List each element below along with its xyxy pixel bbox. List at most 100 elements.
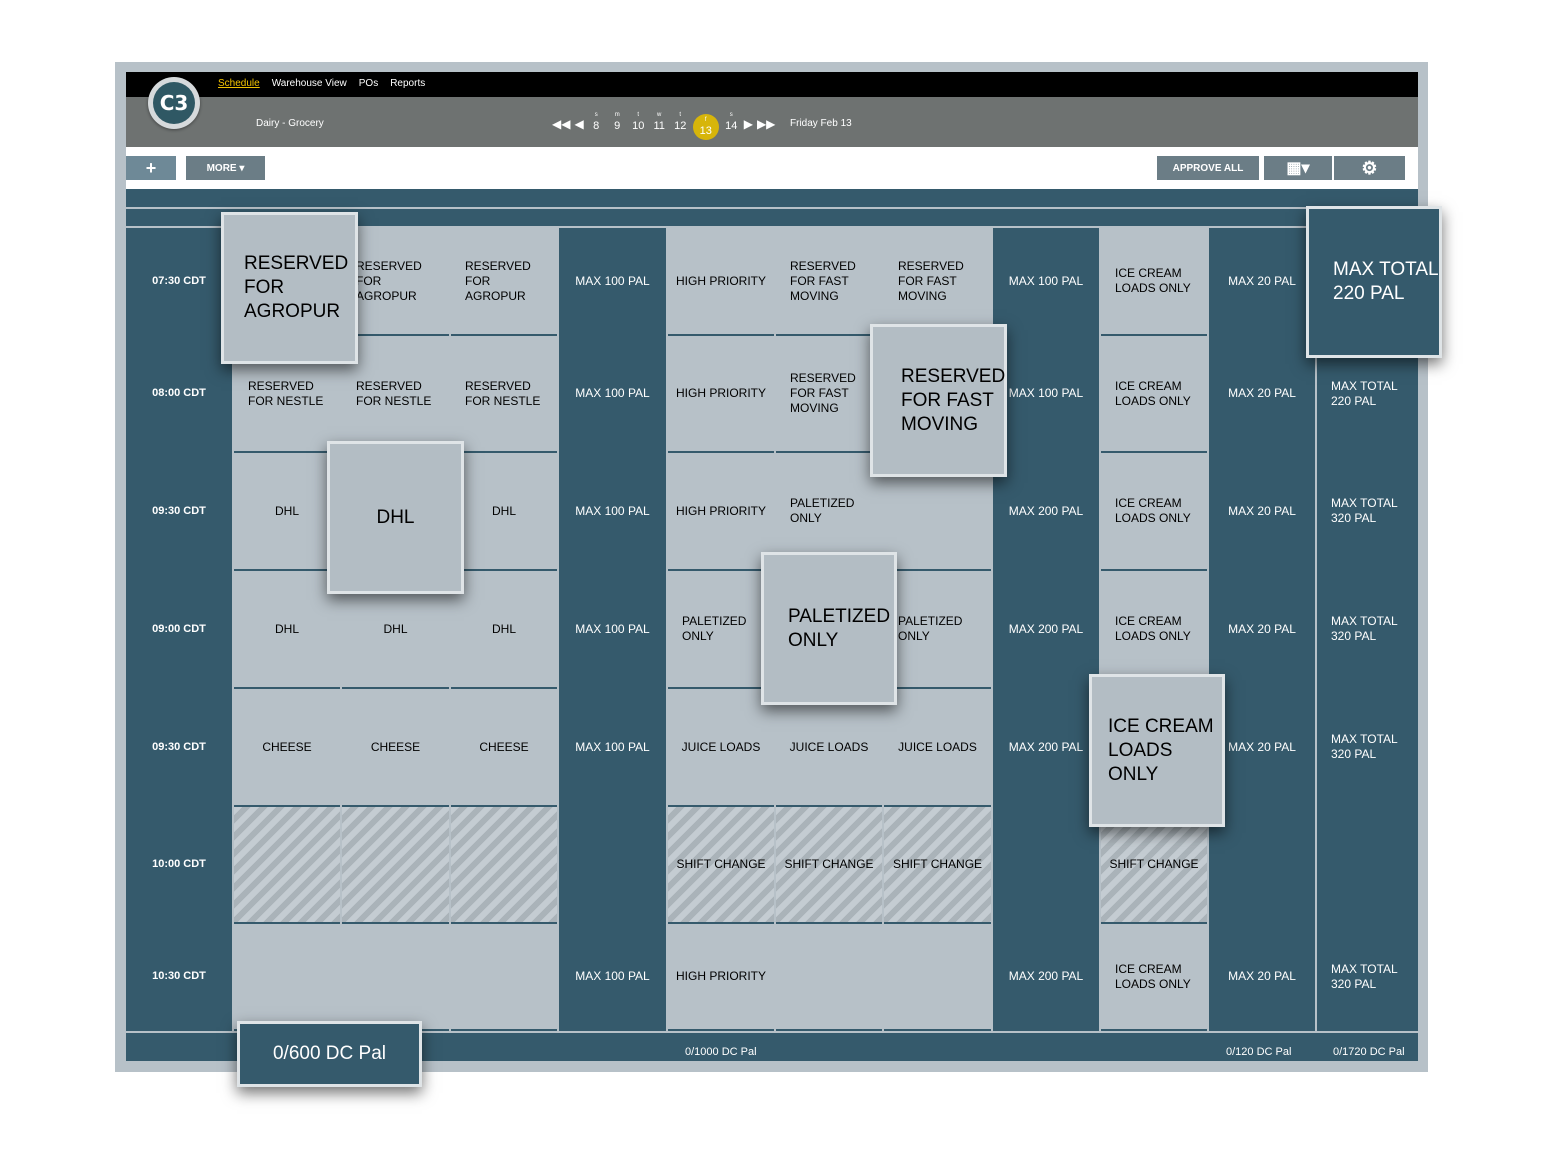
schedule-slot[interactable]: [776, 924, 882, 1029]
schedule-slot[interactable]: DHL: [451, 453, 557, 569]
add-button[interactable]: +: [126, 156, 176, 180]
day-thu[interactable]: t 12: [672, 112, 689, 138]
popout-ice-cream[interactable]: ICE CREAM LOADS ONLY: [1089, 674, 1225, 827]
next-day-icon[interactable]: ▶: [744, 118, 753, 138]
schedule-slot[interactable]: MAX TOTAL 320 PAL: [1317, 689, 1416, 805]
schedule-slot[interactable]: MAX 20 PAL: [1209, 924, 1315, 1029]
schedule-slot[interactable]: SHIFT CHANGE: [776, 807, 882, 922]
schedule-slot[interactable]: HIGH PRIORITY: [668, 336, 774, 451]
schedule-slot[interactable]: [234, 807, 340, 922]
schedule-slot[interactable]: PALETIZED ONLY: [668, 571, 774, 687]
schedule-slot[interactable]: RESERVED FOR FAST MOVING: [776, 336, 882, 451]
schedule-slot[interactable]: MAX 20 PAL: [1209, 453, 1315, 569]
schedule-slot[interactable]: [342, 924, 449, 1029]
schedule-slot[interactable]: ICE CREAM LOADS ONLY: [1101, 336, 1207, 451]
popout-reserved-agropur[interactable]: RESERVED FOR AGROPUR: [221, 212, 358, 364]
time-slot-label: 07:30 CDT: [152, 274, 206, 287]
day-number: 8: [593, 120, 600, 132]
schedule-slot[interactable]: [234, 924, 340, 1029]
schedule-slot[interactable]: HIGH PRIORITY: [668, 924, 774, 1029]
last-week-icon[interactable]: ▶▶: [757, 118, 775, 138]
popout-reserved-fast-moving[interactable]: RESERVED FOR FAST MOVING: [870, 324, 1007, 477]
popout-dc-pal[interactable]: 0/600 DC Pal: [237, 1021, 422, 1087]
schedule-slot[interactable]: [342, 807, 449, 922]
schedule-slot[interactable]: RESERVED FOR AGROPUR: [451, 228, 557, 334]
nav-pos[interactable]: POs: [359, 78, 378, 89]
schedule-slot[interactable]: RESERVED FOR FAST MOVING: [776, 228, 882, 334]
schedule-slot[interactable]: MAX 100 PAL: [993, 228, 1099, 334]
schedule-slot[interactable]: ICE CREAM LOADS ONLY: [1101, 571, 1207, 687]
schedule-slot[interactable]: JUICE LOADS: [884, 689, 991, 805]
schedule-slot[interactable]: [451, 807, 557, 922]
schedule-slot[interactable]: CHEESE: [451, 689, 557, 805]
schedule-slot[interactable]: MAX 100 PAL: [559, 453, 666, 569]
day-letter: f: [704, 117, 707, 123]
schedule-slot[interactable]: MAX 200 PAL: [993, 571, 1099, 687]
layout-toggle-button[interactable]: ▦▾: [1264, 156, 1332, 180]
schedule-slot[interactable]: [884, 924, 991, 1029]
day-mon[interactable]: m9: [609, 112, 626, 138]
schedule-slot[interactable]: MAX TOTAL 320 PAL: [1317, 453, 1416, 569]
schedule-slot[interactable]: HIGH PRIORITY: [668, 228, 774, 334]
nav-schedule[interactable]: Schedule: [218, 78, 260, 89]
day-tue[interactable]: t 10: [630, 112, 647, 138]
schedule-slot[interactable]: MAX 200 PAL: [993, 924, 1099, 1029]
schedule-slot[interactable]: MAX 20 PAL: [1209, 228, 1315, 334]
schedule-slot[interactable]: DHL: [451, 571, 557, 687]
schedule-slot[interactable]: CHEESE: [342, 689, 449, 805]
schedule-slot[interactable]: MAX 20 PAL: [1209, 336, 1315, 451]
schedule-slot[interactable]: MAX 20 PAL: [1209, 571, 1315, 687]
first-week-icon[interactable]: ◀◀: [552, 118, 570, 138]
day-wed[interactable]: w 11: [651, 112, 668, 138]
schedule-slot[interactable]: RESERVED FOR AGROPUR: [342, 228, 449, 334]
schedule-slot[interactable]: MAX 100 PAL: [993, 336, 1099, 451]
nav-warehouse-view[interactable]: Warehouse View: [272, 78, 347, 89]
schedule-slot[interactable]: MAX TOTAL 320 PAL: [1317, 571, 1416, 687]
schedule-slot[interactable]: [451, 924, 557, 1029]
settings-gear-icon[interactable]: ⚙: [1334, 156, 1405, 180]
day-sat[interactable]: s 14: [723, 112, 740, 138]
schedule-slot[interactable]: SHIFT CHANGE: [884, 807, 991, 922]
grid-column-line: [666, 228, 668, 1033]
day-letter: s: [729, 112, 733, 118]
schedule-slot[interactable]: ICE CREAM LOADS ONLY: [1101, 453, 1207, 569]
app-logo[interactable]: C3: [148, 77, 200, 129]
day-number: 11: [653, 120, 665, 132]
schedule-slot[interactable]: CHEESE: [234, 689, 340, 805]
schedule-slot[interactable]: RESERVED FOR NESTLE: [451, 336, 557, 451]
schedule-slot[interactable]: JUICE LOADS: [776, 689, 882, 805]
popout-max-total[interactable]: MAX TOTAL 220 PAL: [1306, 206, 1442, 358]
schedule-slot[interactable]: MAX 200 PAL: [993, 453, 1099, 569]
schedule-slot[interactable]: DHL: [234, 453, 340, 569]
schedule-slot[interactable]: SHIFT CHANGE: [668, 807, 774, 922]
footer-dc-pal-total: 0/1720 DC Pal: [1333, 1046, 1405, 1058]
schedule-slot[interactable]: HIGH PRIORITY: [668, 453, 774, 569]
schedule-slot[interactable]: RESERVED FOR NESTLE: [342, 336, 449, 451]
popout-dhl[interactable]: DHL: [327, 441, 464, 594]
day-sun[interactable]: s8: [588, 112, 605, 138]
schedule-slot[interactable]: ICE CREAM LOADS ONLY: [1101, 924, 1207, 1029]
nav-reports[interactable]: Reports: [390, 78, 425, 89]
approve-all-button[interactable]: APPROVE ALL: [1157, 156, 1259, 180]
schedule-slot[interactable]: [993, 807, 1099, 922]
schedule-slot[interactable]: [559, 807, 666, 922]
day-fri-selected[interactable]: f 13: [692, 114, 719, 140]
schedule-slot[interactable]: MAX 100 PAL: [559, 689, 666, 805]
date-navigator: ◀◀ ◀ s8 m9 t 10 w 11 t 12 f 13 s 14 ▶ ▶▶: [552, 108, 775, 140]
schedule-slot[interactable]: MAX 200 PAL: [993, 689, 1099, 805]
schedule-slot[interactable]: PALETIZED ONLY: [884, 571, 991, 687]
day-number: 9: [614, 120, 621, 132]
prev-day-icon[interactable]: ◀: [574, 118, 583, 138]
schedule-slot[interactable]: MAX TOTAL 320 PAL: [1317, 924, 1416, 1029]
popout-paletized-only[interactable]: PALETIZED ONLY: [761, 552, 897, 705]
schedule-slot[interactable]: MAX 100 PAL: [559, 228, 666, 334]
schedule-slot[interactable]: MAX 100 PAL: [559, 924, 666, 1029]
schedule-slot[interactable]: JUICE LOADS: [668, 689, 774, 805]
schedule-slot[interactable]: [1317, 807, 1416, 922]
more-button[interactable]: MORE ▾: [186, 156, 265, 180]
schedule-slot[interactable]: MAX 100 PAL: [559, 336, 666, 451]
schedule-slot[interactable]: DHL: [234, 571, 340, 687]
schedule-slot[interactable]: RESERVED FOR FAST MOVING: [884, 228, 991, 334]
schedule-slot[interactable]: ICE CREAM LOADS ONLY: [1101, 228, 1207, 334]
schedule-slot[interactable]: MAX 100 PAL: [559, 571, 666, 687]
